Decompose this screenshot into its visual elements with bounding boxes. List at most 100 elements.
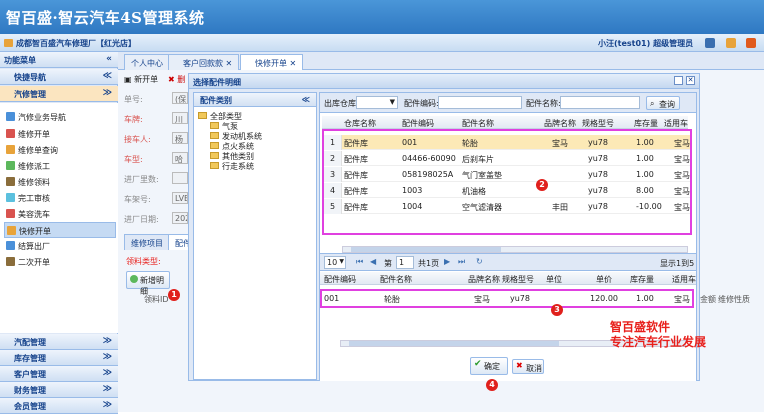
category-tree: 配件类别 ≪ 全部类型 气泵 发动机系统 点火系统 其他类别 行走系统 (193, 92, 317, 380)
dialog-close-icon[interactable]: ✕ (686, 76, 695, 85)
tab-bar: 个人中心 客户回款款 ✕ 快修开单 ✕ (118, 52, 764, 70)
code-input[interactable] (438, 96, 522, 109)
date-field[interactable]: 202 (172, 212, 188, 224)
fullscreen-icon[interactable] (705, 38, 715, 48)
badge-1: 1 (168, 289, 180, 301)
badge-3: 3 (551, 304, 563, 316)
selected-row[interactable]: 001 轮胎 宝马 yu78 120.00 1.00 宝马 (320, 289, 694, 308)
receiver-field[interactable]: 杨涛 (172, 132, 188, 144)
check-icon: ✔ (474, 359, 482, 369)
filter-bar: 出库仓库: ▼ 配件编码: 配件名称: ⌕ 查询 (320, 93, 696, 113)
tree-node-pump[interactable]: 气泵 (210, 121, 238, 131)
key-icon[interactable] (726, 38, 736, 48)
tree-node-chassis[interactable]: 行走系统 (210, 161, 254, 171)
warehouse-select[interactable]: ▼ (356, 96, 398, 109)
folder-icon (210, 162, 219, 169)
sidebar-item-quick-repair[interactable]: 快修开单 (4, 222, 116, 238)
subtab-repair-items[interactable]: 维修项目 (124, 234, 170, 250)
prev-page-icon[interactable]: ◀ (370, 257, 376, 266)
sub-bar: 成都智百盛汽车修理厂【红光店】 小汪(test01) 超级管理员 (0, 34, 764, 52)
sidebar-item-audit[interactable]: 完工审核 (4, 190, 116, 206)
page-input[interactable]: 1 (396, 256, 414, 269)
table-row[interactable]: 3 配件库 058198025A 气门室盖垫 yu78 1.00 宝马 (324, 167, 690, 182)
total-pages: 共1页 (418, 259, 440, 268)
display-info: 显示1到5 (660, 259, 695, 268)
plate-field[interactable]: 川A (172, 112, 188, 124)
search-button[interactable]: ⌕ 查询 (646, 96, 680, 110)
tab-quick-repair[interactable]: 快修开单 ✕ (240, 54, 304, 70)
sidebar-item-order-query[interactable]: 维修单查询 (4, 142, 116, 158)
warehouse-label: 出库仓库: (324, 99, 359, 108)
sidebar-section-parts[interactable]: 汽配管理 ≫ (0, 334, 118, 350)
col-code: 配件编码 (402, 119, 434, 128)
new-order-button[interactable]: ▣ 新开单 (124, 74, 158, 85)
field-label-receiver: 接车人: (124, 135, 151, 144)
grid-header: 仓库名称 配件编码 配件名称 品牌名称 规格型号 库存量 适用车 (322, 116, 688, 129)
model-field[interactable]: 哈弗 (172, 152, 188, 164)
tab-personal[interactable]: 个人中心 (124, 54, 170, 70)
tree-node-ignition[interactable]: 点火系统 (210, 141, 254, 151)
sidebar-item-settle[interactable]: 结算出厂 (4, 238, 116, 254)
sidebar-item-carwash[interactable]: 美容洗车 (4, 206, 116, 222)
sidebar-item-repair-order[interactable]: 维修开单 (4, 126, 116, 142)
col-brand: 品牌名称 (544, 119, 576, 128)
sidebar-title: 功能菜单 « (0, 52, 118, 68)
sidebar-section-customer[interactable]: 客户管理 ≫ (0, 366, 118, 382)
first-page-icon[interactable]: ⏮ (356, 257, 363, 267)
name-input[interactable] (560, 96, 640, 109)
refresh-icon[interactable]: ↻ (476, 257, 483, 266)
field-label-plate: 车牌: (124, 115, 143, 124)
delete-button[interactable]: ✖ 删 (168, 74, 185, 85)
col-name: 配件名称 (462, 119, 494, 128)
sidebar-item-second-order[interactable]: 二次开单 (4, 254, 116, 270)
col-warehouse: 仓库名称 (344, 119, 376, 128)
parts-rows: 1 配件库 001 轮胎 宝马 yu78 1.00 宝马 2 配件库 04466… (322, 129, 692, 235)
tree-node-other[interactable]: 其他类别 (210, 151, 254, 161)
logout-icon[interactable] (746, 38, 756, 48)
folder-icon (210, 122, 219, 129)
sidebar-section-finance[interactable]: 财务管理 ≫ (0, 382, 118, 398)
sidebar-item-dispatch[interactable]: 维修派工 (4, 158, 116, 174)
name-label: 配件名称: (526, 99, 561, 108)
pager: 10 ▼ ⏮ ◀ 第 1 共1页 ▶ ⏭ ↻ 显示1到5 (320, 253, 696, 271)
next-page-icon[interactable]: ▶ (444, 257, 450, 266)
table-row[interactable]: 1 配件库 001 轮胎 宝马 yu78 1.00 宝马 (324, 135, 690, 150)
sidebar-item-material[interactable]: 维修领料 (4, 174, 116, 190)
order-no-field[interactable]: (保 (172, 92, 188, 104)
brand-line-2: 专注汽车行业发展 (610, 335, 707, 349)
tab-customer-payment[interactable]: 客户回款款 ✕ (168, 54, 240, 70)
confirm-button[interactable]: ✔ 确定 (470, 357, 508, 375)
store-name: 成都智百盛汽车修理厂【红光店】 (16, 39, 136, 48)
tree-node-engine[interactable]: 发动机系统 (210, 131, 262, 141)
close-icon: ✖ (516, 361, 523, 370)
field-label-order-no: 单号: (124, 95, 143, 104)
sidebar-section-repair[interactable]: 汽修管理 ≫ (0, 86, 118, 102)
folder-icon (210, 132, 219, 139)
table-row[interactable]: 4 配件库 1003 机油格 yu78 8.00 宝马 (324, 183, 690, 198)
col-part-id: 领料ID (144, 295, 169, 304)
field-label-model: 车型: (124, 155, 143, 164)
col-car: 适用车 (664, 119, 688, 128)
folder-icon (198, 112, 207, 119)
dialog-minimize-icon[interactable] (674, 76, 683, 85)
field-label-vin: 车架号: (124, 195, 151, 204)
vin-field[interactable]: LVB (172, 192, 188, 204)
last-page-icon[interactable]: ⏭ (458, 257, 465, 267)
cancel-button[interactable]: ✖ 取消 (512, 359, 544, 374)
mileage-field[interactable] (172, 172, 188, 184)
col-repair-prop: 维修性质 (718, 295, 750, 304)
tree-root[interactable]: 全部类型 (198, 111, 242, 121)
sidebar-item-repair-nav[interactable]: 汽修业务导航 (4, 109, 116, 125)
horizontal-scrollbar[interactable] (342, 246, 688, 253)
table-row[interactable]: 5 配件库 1004 空气滤清器 丰田 yu78 -10.00 宝马 (324, 199, 690, 214)
table-row[interactable]: 2 配件库 04466-60090 后刹车片 yu78 1.00 宝马 (324, 151, 690, 166)
page-size-select[interactable]: 10 ▼ (324, 256, 346, 269)
sidebar: 功能菜单 « 快捷导航 ≪ 汽修管理 ≫ 汽修业务导航 维修开单 维修单查询 维修派工… (0, 52, 118, 414)
search-icon: ⌕ (650, 99, 655, 108)
add-detail-button[interactable]: 新增明细 (126, 271, 170, 296)
sidebar-section-quicknav[interactable]: 快捷导航 ≪ (0, 69, 118, 85)
sidebar-section-stock[interactable]: 库存管理 ≫ (0, 350, 118, 366)
user-info: 小汪(test01) 超级管理员 (598, 39, 694, 48)
col-amount: 金额 (700, 295, 716, 304)
col-spec: 规格型号 (582, 119, 614, 128)
